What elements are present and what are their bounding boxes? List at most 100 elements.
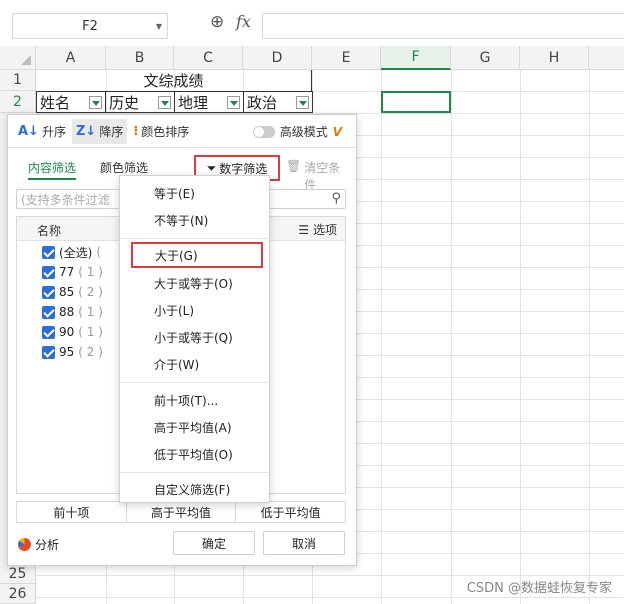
checkbox[interactable] xyxy=(42,325,55,339)
row-header-25[interactable]: 25 xyxy=(0,564,36,584)
tab-number-filter-label: 数字筛选 xyxy=(219,161,268,176)
select-all-corner[interactable] xyxy=(0,46,36,70)
options-label: 选项 xyxy=(312,223,337,237)
menu-item-equals[interactable]: 等于(E) xyxy=(120,180,269,206)
tab-content-filter[interactable]: 内容筛选 xyxy=(28,159,77,180)
advanced-mode-label: 高级模式 xyxy=(279,125,328,139)
sort-desc-button[interactable]: Z↓ 降序 xyxy=(71,118,128,144)
list-item-label: 77 xyxy=(59,265,75,279)
checkbox[interactable] xyxy=(42,265,55,279)
sort-asc-button[interactable]: A↓ 升序 xyxy=(14,119,70,144)
menu-divider xyxy=(120,382,269,383)
list-item[interactable]: 77 ( 1 ) xyxy=(42,262,103,282)
list-item-label: 90 xyxy=(59,325,75,339)
header-cell-name[interactable]: 姓名 xyxy=(36,91,106,113)
list-item[interactable]: 85 ( 2 ) xyxy=(42,282,103,302)
above-average-button[interactable]: 高于平均值 xyxy=(127,502,237,522)
list-item[interactable]: 95 ( 2 ) xyxy=(42,342,103,362)
menu-item-less-or-equal[interactable]: 小于或等于(Q) xyxy=(120,324,269,350)
menu-item-greater-than[interactable]: 大于(G) xyxy=(131,242,263,268)
ok-button[interactable]: 确定 xyxy=(173,531,255,555)
menu-item-between[interactable]: 介于(W) xyxy=(120,351,269,377)
quick-filter-bar: 前十项 高于平均值 低于平均值 xyxy=(16,501,346,523)
header-cell-label: 地理 xyxy=(178,93,209,112)
vip-icon: V xyxy=(332,124,342,139)
top-ten-button[interactable]: 前十项 xyxy=(17,502,127,522)
menu-item-custom-filter[interactable]: 自定义筛选(F) xyxy=(120,476,269,502)
header-cell-geography[interactable]: 地理 xyxy=(174,91,244,113)
grid-line xyxy=(36,597,624,598)
fx-icon[interactable]: fx xyxy=(236,12,251,31)
row-header-1[interactable]: 1 xyxy=(0,70,36,91)
list-item-label: 95 xyxy=(59,345,75,359)
header-cell-label: 历史 xyxy=(109,93,140,112)
list-item[interactable]: 90 ( 1 ) xyxy=(42,322,103,342)
menu-item-greater-or-equal[interactable]: 大于或等于(O) xyxy=(120,270,269,296)
grid-line xyxy=(589,70,590,604)
list-item[interactable]: 88 ( 1 ) xyxy=(42,302,103,322)
column-header-c[interactable]: C xyxy=(174,46,243,70)
menu-item-top-ten[interactable]: 前十项(T)... xyxy=(120,387,269,413)
toggle-switch[interactable] xyxy=(252,125,275,138)
menu-divider xyxy=(120,238,269,239)
column-header-i[interactable] xyxy=(589,46,624,70)
sort-asc-icon: A↓ xyxy=(18,123,39,139)
color-sort-button[interactable]: ⁝ 颜色排序 xyxy=(129,119,193,144)
analyze-button[interactable]: 分析 xyxy=(18,536,59,553)
column-header-a[interactable]: A xyxy=(36,46,106,70)
analyze-label: 分析 xyxy=(35,538,60,552)
tab-color-filter[interactable]: 颜色筛选 xyxy=(100,159,148,176)
column-header-e[interactable]: E xyxy=(312,46,381,70)
pie-chart-icon xyxy=(18,538,31,551)
filter-dropdown-icon[interactable] xyxy=(158,96,171,109)
header-cell-history[interactable]: 历史 xyxy=(105,91,175,113)
watermark: CSDN @数据蛙恢复专家 xyxy=(466,581,612,596)
column-header-g[interactable]: G xyxy=(451,46,520,70)
filter-dropdown-icon[interactable] xyxy=(296,96,309,109)
sheet-title-cell[interactable]: 文综成绩 xyxy=(36,70,312,91)
list-item-select-all[interactable]: (全选) ( xyxy=(42,242,101,262)
menu-item-below-average[interactable]: 低于平均值(O) xyxy=(120,441,269,467)
header-cell-politics[interactable]: 政治 xyxy=(243,91,313,113)
options-button[interactable]: ☰ 选项 xyxy=(298,221,337,238)
checkbox[interactable] xyxy=(42,285,55,299)
list-item-count: ( 2 ) xyxy=(78,345,103,359)
checkbox[interactable] xyxy=(42,245,55,259)
column-header-d[interactable]: D xyxy=(243,46,312,70)
search-placeholder: (支持多条件过滤 xyxy=(21,192,110,207)
zoom-icon[interactable]: ⊕ xyxy=(210,12,224,32)
column-header-f[interactable]: F xyxy=(381,46,451,70)
menu-item-not-equals[interactable]: 不等于(N) xyxy=(120,207,269,233)
clear-conditions-label: 清空条件 xyxy=(304,161,341,192)
grid-line xyxy=(451,70,452,604)
filter-dropdown-icon[interactable] xyxy=(89,96,102,109)
checkbox[interactable] xyxy=(42,345,55,359)
row-header-2[interactable]: 2 xyxy=(0,91,36,113)
chevron-down-icon[interactable]: ▼ xyxy=(156,22,162,31)
list-item-label: 88 xyxy=(59,305,75,319)
color-sort-label: 颜色排序 xyxy=(141,124,190,139)
cancel-button[interactable]: 取消 xyxy=(263,531,345,555)
list-item-count: ( xyxy=(96,245,102,259)
header-cell-label: 姓名 xyxy=(40,93,71,112)
clear-conditions-button[interactable]: 🗑 清空条件 xyxy=(286,159,348,193)
below-average-button[interactable]: 低于平均值 xyxy=(236,502,345,522)
menu-item-above-average[interactable]: 高于平均值(A) xyxy=(120,414,269,440)
checkbox[interactable] xyxy=(42,305,55,319)
sort-bar: A↓ 升序 Z↓ 降序 ⁝ 颜色排序 高级模式 V xyxy=(8,115,356,147)
column-header-b[interactable]: B xyxy=(106,46,174,70)
divider xyxy=(8,147,356,148)
row-header-26[interactable]: 26 xyxy=(0,584,36,604)
trash-icon: 🗑 xyxy=(286,159,302,173)
formula-input[interactable] xyxy=(262,13,624,39)
name-box[interactable]: F2 ▼ xyxy=(12,13,168,39)
list-item-count: ( 1 ) xyxy=(78,265,103,279)
advanced-mode-toggle[interactable]: 高级模式 V xyxy=(252,123,342,140)
list-item-count: ( 2 ) xyxy=(78,285,103,299)
search-icon[interactable]: ⚲ xyxy=(331,191,341,206)
filter-dropdown-icon[interactable] xyxy=(227,96,240,109)
selected-cell-f2[interactable] xyxy=(381,91,451,113)
column-header-h[interactable]: H xyxy=(520,46,589,70)
menu-item-less-than[interactable]: 小于(L) xyxy=(120,297,269,323)
grid-line xyxy=(36,575,624,576)
